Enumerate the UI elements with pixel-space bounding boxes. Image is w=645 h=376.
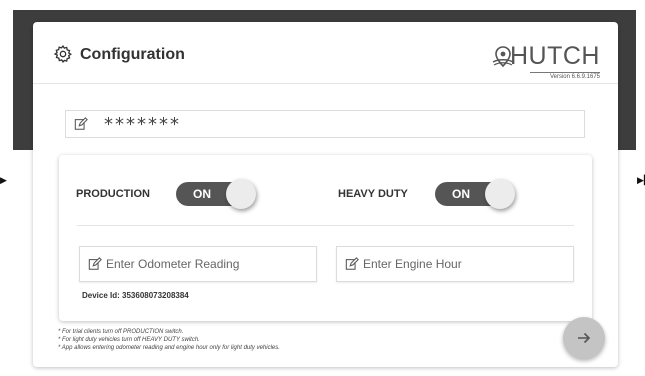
configuration-card: Configuration HUTCH Version 6.6.9.1675 *… bbox=[33, 22, 618, 367]
edit-icon bbox=[74, 117, 88, 130]
production-toggle-knob[interactable] bbox=[226, 179, 256, 209]
production-toggle-state: ON bbox=[193, 187, 211, 201]
production-toggle[interactable]: ON bbox=[176, 179, 258, 209]
production-label: PRODUCTION bbox=[76, 188, 150, 200]
panel-divider bbox=[77, 225, 574, 226]
heavy-duty-toggle-knob[interactable] bbox=[485, 179, 515, 209]
odometer-input[interactable] bbox=[106, 257, 306, 271]
engine-hour-input[interactable] bbox=[363, 257, 563, 271]
right-edge-arrow-icon: ▶▎ bbox=[637, 176, 645, 186]
note-item: * App allows entering odometer reading a… bbox=[58, 345, 280, 351]
heavy-duty-toggle-state: ON bbox=[452, 187, 470, 201]
device-id: Device Id: 353608073208384 bbox=[82, 291, 189, 300]
left-edge-arrow-icon: ▶ bbox=[0, 176, 7, 186]
logo-text: HUTCH bbox=[510, 42, 600, 70]
note-item: * For trial clients turn off PRODUCTION … bbox=[58, 329, 184, 335]
heavy-duty-toggle[interactable]: ON bbox=[435, 179, 517, 209]
hutch-logo: HUTCH Version 6.6.9.1675 bbox=[490, 42, 600, 82]
next-button[interactable] bbox=[563, 317, 605, 359]
password-value: ******* bbox=[104, 113, 181, 135]
note-item: * For light duty vehicles turn off HEAVY… bbox=[58, 337, 200, 343]
edit-icon bbox=[88, 257, 102, 270]
engine-hour-input-box[interactable] bbox=[336, 246, 574, 282]
arrow-right-icon bbox=[578, 332, 591, 344]
password-field[interactable]: ******* bbox=[65, 110, 585, 138]
odometer-input-box[interactable] bbox=[79, 246, 317, 282]
edit-icon bbox=[345, 257, 359, 270]
logo-underline bbox=[530, 72, 600, 73]
page-title: Configuration bbox=[80, 46, 185, 63]
settings-panel: PRODUCTION ON HEAVY DUTY ON Enter Odomet… bbox=[59, 155, 592, 321]
version-label: Version 6.6.9.1675 bbox=[549, 74, 600, 80]
card-header: Configuration HUTCH Version 6.6.9.1675 bbox=[33, 22, 618, 84]
heavy-duty-label: HEAVY DUTY bbox=[338, 188, 408, 200]
notes: * For trial clients turn off PRODUCTION … bbox=[58, 328, 280, 352]
gear-icon bbox=[53, 44, 72, 64]
